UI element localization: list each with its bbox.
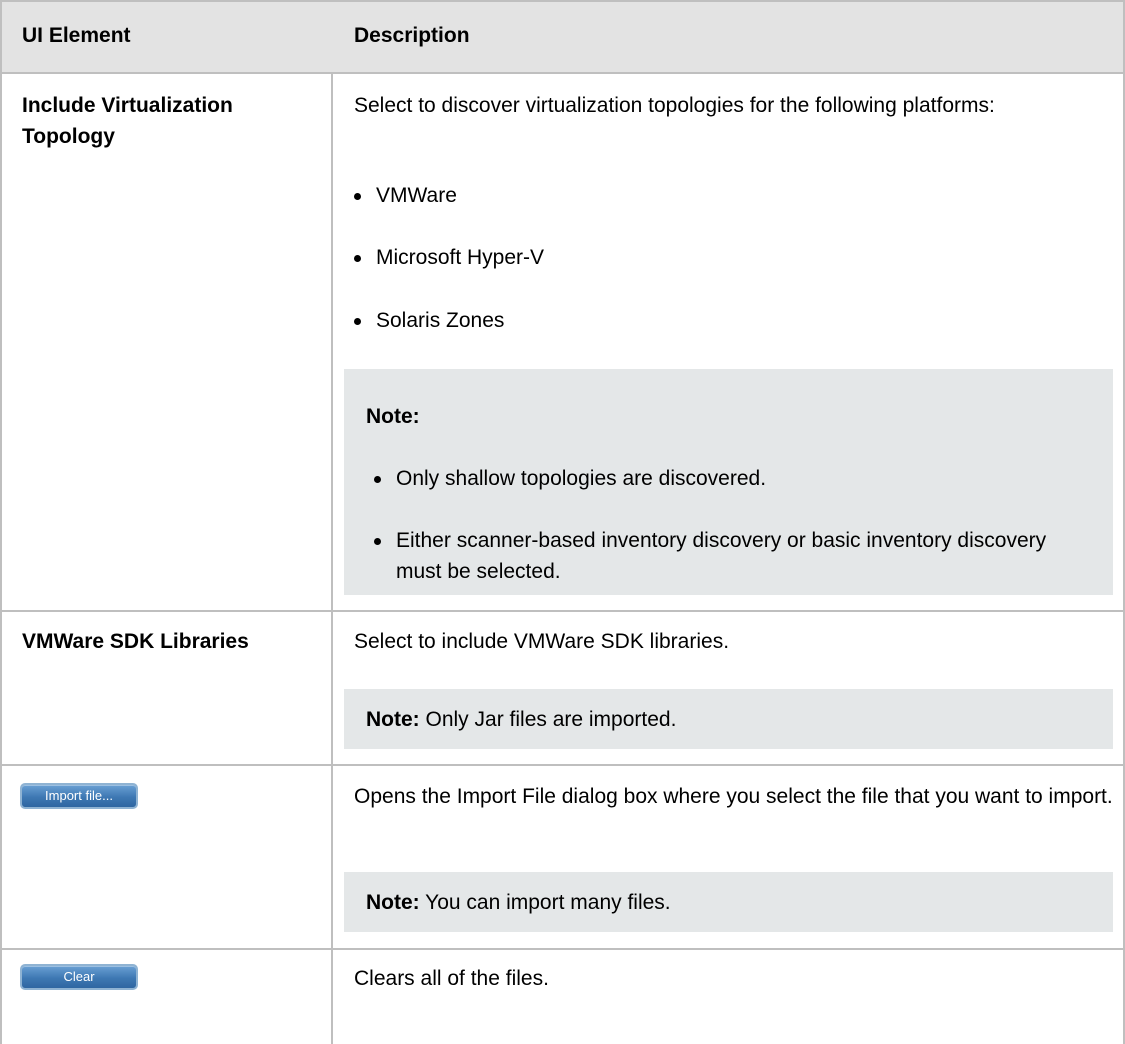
column-divider: [331, 0, 333, 1044]
row-divider: [0, 610, 1125, 612]
bullet-icon: [354, 318, 361, 325]
ui-element-table: UI Element Description Include Virtualiz…: [0, 0, 1125, 1044]
column-header-description: Description: [354, 24, 470, 47]
note-text: Only Jar files are imported.: [419, 708, 677, 731]
bullet-icon: [374, 538, 381, 545]
note-label: Note:: [366, 708, 420, 731]
note-box: Note: Only shallow topologies are discov…: [344, 369, 1113, 595]
note-box: Note: Only Jar files are imported.: [344, 689, 1113, 749]
table-left-border: [0, 0, 2, 1044]
row-description: Select to discover virtualization topolo…: [354, 94, 995, 117]
note-box: Note: You can import many files.: [344, 872, 1113, 932]
note-text: You can import many files.: [419, 891, 671, 914]
row-description: Select to include VMWare SDK libraries.: [354, 630, 730, 653]
ui-element-name: VMWare SDK Libraries: [22, 630, 249, 653]
bullet-icon: [374, 476, 381, 483]
row-description: Opens the Import File dialog box where y…: [354, 785, 1113, 808]
note-label: Note:: [366, 405, 420, 428]
row-divider: [0, 764, 1125, 766]
row-description: Clears all of the files.: [354, 967, 549, 990]
bullet-icon: [354, 255, 361, 262]
note-label: Note:: [366, 891, 420, 914]
ui-element-name: Include Virtualization Topology: [22, 94, 233, 148]
import-file-button[interactable]: Import file...: [20, 783, 138, 809]
column-header-ui-element: UI Element: [22, 24, 131, 47]
clear-button[interactable]: Clear: [20, 964, 138, 990]
header-bottom-border: [0, 72, 1125, 74]
row-divider: [0, 948, 1125, 950]
bullet-icon: [354, 193, 361, 200]
table-header: [2, 2, 1123, 72]
